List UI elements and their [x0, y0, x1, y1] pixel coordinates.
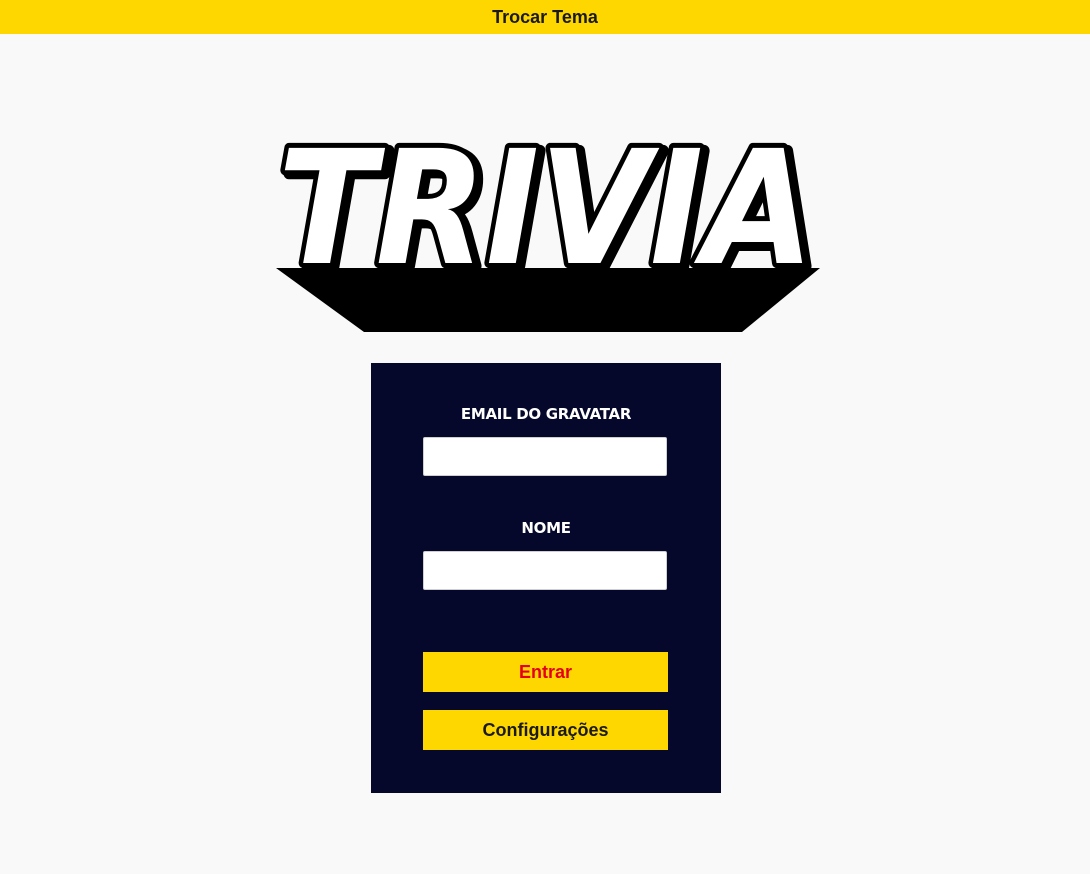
- name-field-label: NOME: [521, 519, 571, 537]
- name-input[interactable]: [423, 551, 667, 590]
- trivia-logo: TRIVIA TRIVIA TRIVIA: [272, 142, 822, 334]
- settings-button[interactable]: Configurações: [423, 710, 668, 750]
- login-form-card: EMAIL DO GRAVATAR NOME Entrar Configuraç…: [371, 363, 721, 793]
- toggle-theme-button[interactable]: Trocar Tema: [0, 0, 1090, 34]
- email-field-label: EMAIL DO GRAVATAR: [460, 405, 632, 423]
- email-input[interactable]: [423, 437, 667, 476]
- logo-face: TRIVIA: [278, 142, 814, 301]
- enter-button[interactable]: Entrar: [423, 652, 668, 692]
